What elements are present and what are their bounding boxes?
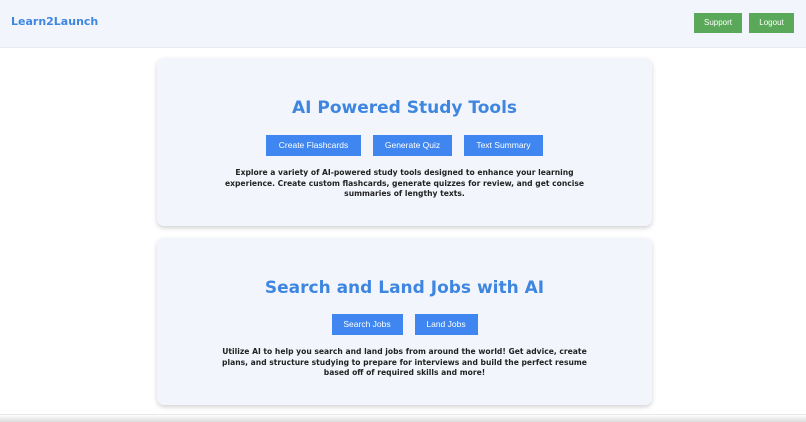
study-tools-description: Explore a variety of AI-powered study to… — [224, 168, 585, 198]
create-flashcards-button[interactable]: Create Flashcards — [266, 135, 361, 156]
text-summary-button[interactable]: Text Summary — [464, 135, 543, 156]
app-logo[interactable]: Learn2Launch — [11, 15, 98, 28]
study-tools-card: AI Powered Study Tools Create Flashcards… — [157, 58, 652, 226]
logout-button[interactable]: Logout — [749, 13, 794, 33]
support-button[interactable]: Support — [694, 13, 742, 33]
jobs-title: Search and Land Jobs with AI — [264, 278, 545, 298]
study-tools-title: AI Powered Study Tools — [291, 98, 518, 118]
jobs-button-row: Search Jobs Land Jobs — [157, 314, 652, 335]
top-navbar: Learn2Launch Support Logout — [0, 0, 806, 48]
search-jobs-button[interactable]: Search Jobs — [331, 314, 403, 335]
jobs-description: Utilize AI to help you search and land j… — [222, 347, 587, 377]
jobs-card: Search and Land Jobs with AI Search Jobs… — [157, 238, 652, 405]
study-tools-button-row: Create Flashcards Generate Quiz Text Sum… — [157, 135, 652, 156]
generate-quiz-button[interactable]: Generate Quiz — [373, 135, 452, 156]
land-jobs-button[interactable]: Land Jobs — [414, 314, 478, 335]
